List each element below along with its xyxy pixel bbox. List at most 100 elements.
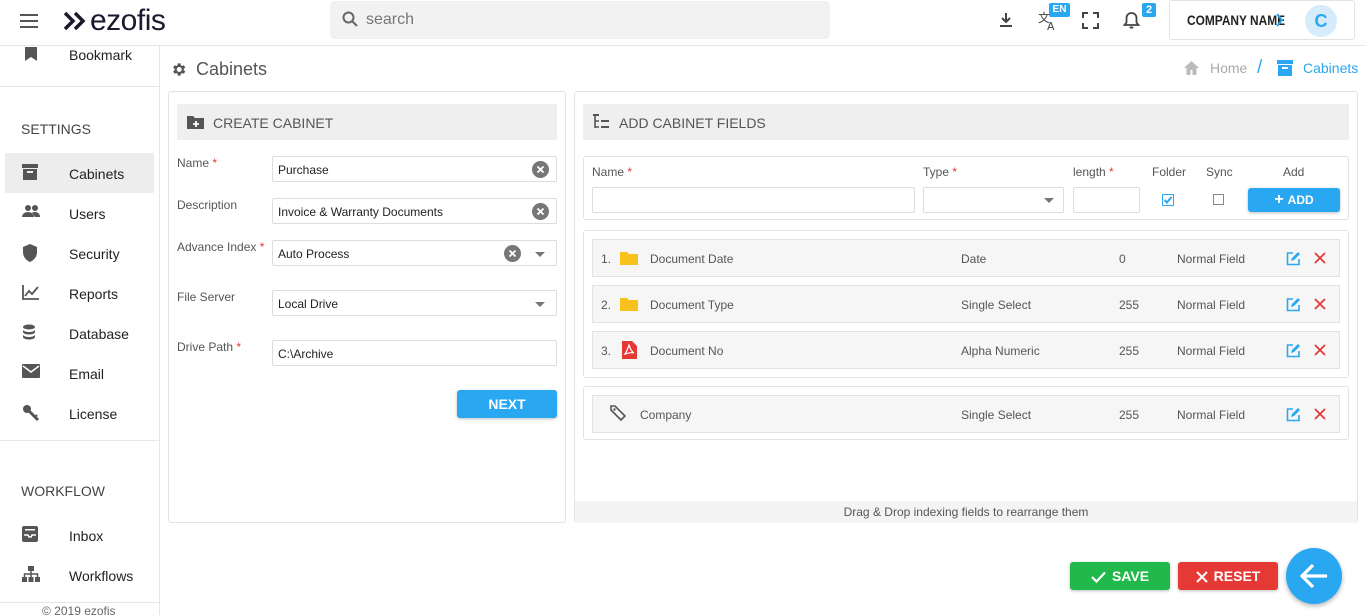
field-name-input[interactable] (592, 187, 915, 213)
divider (0, 440, 159, 441)
sidebar-item-database[interactable]: Database (5, 313, 154, 353)
field-length: 255 (1119, 344, 1140, 358)
reset-label: RESET (1213, 568, 1261, 584)
back-button[interactable] (1286, 548, 1342, 604)
add-field-button[interactable]: + ADD (1248, 188, 1340, 212)
search-box[interactable]: search (330, 1, 830, 39)
delete-icon[interactable] (1314, 298, 1326, 310)
language-badge: EN (1049, 3, 1070, 17)
chevron-down-icon[interactable] (1044, 198, 1054, 203)
arrow-left-icon (1300, 563, 1328, 589)
col-length-label: length * (1073, 165, 1114, 179)
drive-path-value: C:\Archive (278, 347, 334, 361)
field-row[interactable]: 3. Document No Alpha Numeric 255 Normal … (592, 331, 1340, 369)
logo-chevrons-icon (63, 11, 89, 31)
sidebar-item-inbox[interactable]: Inbox (5, 515, 154, 555)
svg-text:A: A (1047, 20, 1055, 31)
logo-text[interactable]: ezofis (90, 4, 166, 38)
top-bar: ezofis search 文A EN 2 COMPANY NAME C (0, 0, 1366, 46)
delete-icon[interactable] (1314, 408, 1326, 420)
bookmark-icon (25, 47, 37, 61)
col-folder-label: Folder (1152, 165, 1187, 179)
folder-checkbox[interactable] (1162, 194, 1174, 206)
company-selector[interactable]: COMPANY NAME C (1169, 0, 1355, 40)
description-field[interactable]: Invoice & Warranty Documents (272, 198, 557, 224)
delete-icon[interactable] (1314, 344, 1326, 356)
edit-icon[interactable] (1286, 251, 1301, 266)
sidebar-item-reports[interactable]: Reports (5, 273, 154, 313)
field-length-input[interactable] (1073, 187, 1140, 213)
search-input[interactable]: search (366, 11, 414, 29)
field-row[interactable]: 2. Document Type Single Select 255 Norma… (592, 285, 1340, 323)
edit-icon[interactable] (1286, 297, 1301, 312)
drive-path-label: Drive Path * (177, 340, 242, 354)
field-row[interactable]: Company Single Select 255 Normal Field (592, 395, 1340, 433)
delete-icon[interactable] (1314, 252, 1326, 264)
sidebar-item-license[interactable]: License (5, 393, 154, 433)
reset-button[interactable]: RESET (1178, 562, 1278, 590)
menu-icon[interactable] (20, 14, 38, 28)
edit-icon[interactable] (1286, 343, 1301, 358)
field-kind: Normal Field (1177, 408, 1246, 422)
file-server-value: Local Drive (278, 297, 339, 311)
file-server-select[interactable]: Local Drive (272, 290, 557, 316)
sidebar-item-workflows[interactable]: Workflows (5, 555, 154, 595)
chevron-down-icon[interactable] (535, 252, 545, 257)
description-value: Invoice & Warranty Documents (278, 205, 443, 219)
col-sync-label: Sync (1206, 165, 1233, 179)
add-fields-title: ADD CABINET FIELDS (619, 115, 766, 131)
sidebar-item-label: Users (69, 206, 106, 222)
sidebar-item-bookmark[interactable]: Bookmark (5, 46, 154, 74)
sync-checkbox[interactable] (1213, 194, 1224, 205)
field-row[interactable]: 1. Document Date Date 0 Normal Field (592, 239, 1340, 277)
save-button[interactable]: SAVE (1070, 562, 1170, 590)
add-fields-header: ADD CABINET FIELDS (583, 104, 1349, 140)
chart-icon (22, 284, 40, 300)
breadcrumb-home[interactable]: Home (1210, 60, 1247, 76)
download-icon[interactable] (998, 12, 1014, 28)
sidebar-item-security[interactable]: Security (5, 233, 154, 273)
advance-index-select[interactable]: Auto Process (272, 240, 557, 266)
save-label: SAVE (1111, 568, 1150, 584)
field-type: Single Select (961, 298, 1032, 312)
mail-icon (22, 364, 40, 378)
divider (0, 602, 159, 603)
field-type-select[interactable] (923, 187, 1064, 213)
bell-icon[interactable] (1123, 11, 1140, 30)
sidebar-item-label: License (69, 406, 118, 422)
field-type: Date (961, 252, 987, 266)
clear-icon[interactable] (532, 203, 549, 220)
workflow-icon (22, 566, 40, 582)
inbox-icon (22, 526, 38, 542)
name-value: Purchase (278, 163, 329, 177)
sidebar-item-users[interactable]: Users (5, 193, 154, 233)
field-name: Document Type (650, 298, 734, 312)
field-name: Company (640, 408, 692, 422)
search-icon (342, 11, 358, 27)
cabinet-icon (22, 164, 38, 180)
avatar[interactable]: C (1305, 5, 1337, 37)
settings-heading: SETTINGS (21, 121, 92, 137)
row-number: 1. (601, 252, 612, 266)
drive-path-field[interactable]: C:\Archive (272, 340, 557, 366)
edit-icon[interactable] (1286, 407, 1301, 422)
folder-icon (620, 297, 638, 311)
sidebar-item-label: Security (69, 246, 120, 262)
field-type: Alpha Numeric (961, 344, 1040, 358)
clear-icon[interactable] (504, 245, 521, 262)
clear-icon[interactable] (532, 161, 549, 178)
sidebar-item-cabinets[interactable]: Cabinets (5, 153, 154, 193)
company-chevron-icon (1276, 13, 1284, 27)
shield-icon (22, 244, 38, 262)
sidebar-item-email[interactable]: Email (5, 353, 154, 393)
field-length: 255 (1119, 298, 1140, 312)
database-icon (22, 324, 36, 340)
col-type-label: Type * (923, 165, 958, 179)
chevron-down-icon[interactable] (535, 302, 545, 307)
fullscreen-icon[interactable] (1082, 12, 1099, 29)
key-icon (22, 404, 40, 422)
cabinet-icon (1277, 60, 1293, 76)
next-button[interactable]: NEXT (457, 390, 557, 418)
name-field[interactable]: Purchase (272, 156, 557, 182)
home-icon[interactable] (1183, 60, 1200, 76)
